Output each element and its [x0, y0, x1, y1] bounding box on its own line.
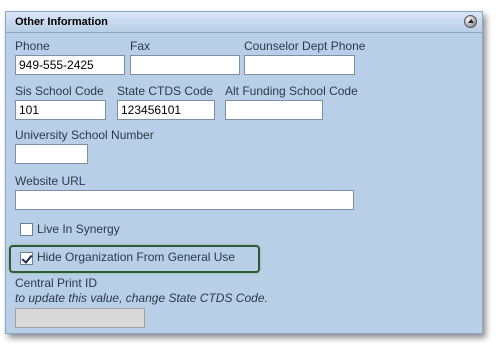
website-url-label: Website URL — [15, 174, 86, 188]
counselor-dept-phone-input[interactable] — [244, 55, 355, 75]
fax-input[interactable] — [130, 55, 240, 75]
central-print-id-note: to update this value, change State CTDS … — [15, 291, 268, 305]
state-ctds-code-label: State CTDS Code — [117, 84, 214, 98]
alt-funding-school-code-input[interactable] — [225, 100, 323, 120]
hide-organization-checkbox[interactable] — [20, 252, 33, 265]
alt-funding-school-code-label: Alt Funding School Code — [225, 84, 358, 98]
state-ctds-code-input[interactable] — [117, 100, 215, 120]
central-print-id-label: Central Print ID — [15, 276, 98, 290]
live-in-synergy-checkbox[interactable] — [20, 223, 33, 236]
university-school-number-label: University School Number — [15, 128, 154, 142]
phone-label: Phone — [15, 39, 50, 53]
section-header: Other Information — [6, 12, 482, 33]
section-title: Other Information — [15, 16, 108, 28]
central-print-id-input — [15, 308, 145, 328]
phone-input[interactable] — [15, 55, 125, 75]
other-information-panel: Other Information Phone Fax Counselor De… — [5, 11, 483, 334]
website-url-input[interactable] — [15, 190, 354, 210]
hide-organization-label: Hide Organization From General Use — [37, 250, 236, 264]
live-in-synergy-label: Live In Synergy — [37, 222, 120, 236]
university-school-number-input[interactable] — [15, 144, 88, 164]
sis-school-code-input[interactable] — [15, 100, 106, 120]
sis-school-code-label: Sis School Code — [15, 84, 104, 98]
fax-label: Fax — [130, 39, 151, 53]
counselor-dept-phone-label: Counselor Dept Phone — [244, 39, 366, 53]
collapse-icon[interactable] — [464, 15, 477, 28]
